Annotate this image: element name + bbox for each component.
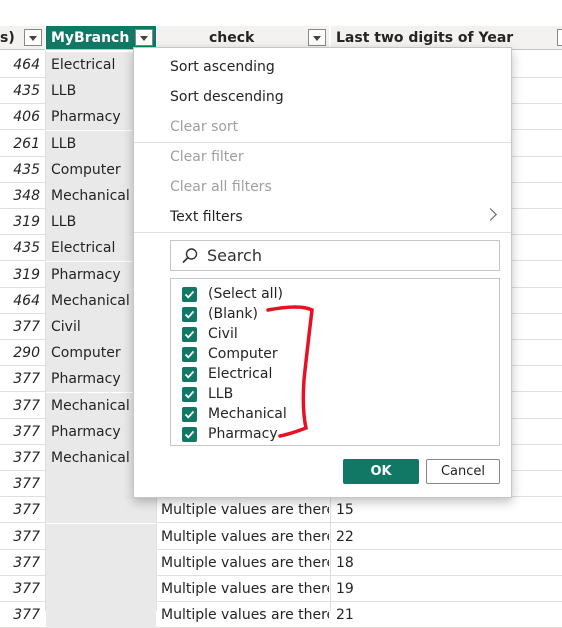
check-cell: Multiple values are there bbox=[161, 502, 329, 519]
row-number-cell: 377 bbox=[13, 607, 40, 624]
search-input[interactable]: Search bbox=[170, 240, 500, 271]
row-number-cell: 377 bbox=[13, 423, 40, 440]
row-number-cell: 435 bbox=[13, 83, 40, 100]
checkbox-checked-icon[interactable] bbox=[182, 407, 197, 422]
check-cell: Multiple values are there bbox=[161, 607, 329, 624]
row-number-cell: 377 bbox=[13, 528, 40, 545]
ok-button[interactable]: OK bbox=[343, 459, 419, 484]
row-number-cell: 377 bbox=[13, 371, 40, 388]
year-cell: 22 bbox=[336, 528, 354, 545]
header-mybranch-label: MyBranch bbox=[51, 30, 130, 46]
branch-cell bbox=[46, 523, 156, 550]
branch-cell bbox=[46, 602, 156, 628]
year-cell: 15 bbox=[336, 502, 354, 519]
menu-divider bbox=[134, 232, 511, 233]
checkbox-checked-icon[interactable] bbox=[182, 387, 197, 402]
search-icon bbox=[182, 248, 198, 264]
header-prev-column[interactable]: s) bbox=[0, 26, 45, 50]
filter-dropdown-icon[interactable] bbox=[557, 29, 562, 46]
row-number-cell: 319 bbox=[13, 266, 40, 283]
table-row: 377 Multiple values are there 15 bbox=[0, 497, 562, 524]
header-prev-label: s) bbox=[0, 30, 15, 46]
checkbox-checked-icon[interactable] bbox=[182, 307, 197, 322]
row-number-cell: 319 bbox=[13, 214, 40, 231]
column-filter-menu: Sort ascending Sort descending Clear sor… bbox=[133, 47, 512, 498]
row-number-cell: 377 bbox=[13, 450, 40, 466]
table-row: 377 Multiple values are there 18 bbox=[0, 549, 562, 576]
year-cell: 21 bbox=[336, 607, 354, 624]
row-number-cell: 377 bbox=[13, 554, 40, 571]
checkbox-checked-icon[interactable] bbox=[182, 287, 197, 302]
clear-filter-item: Clear filter bbox=[170, 149, 244, 165]
table-row: 377 Multiple values are there 22 bbox=[0, 523, 562, 550]
row-number-cell: 377 bbox=[13, 319, 40, 335]
check-cell: Multiple values are there bbox=[161, 554, 329, 571]
branch-cell bbox=[46, 549, 156, 576]
row-number-cell: 464 bbox=[13, 292, 40, 309]
year-cell: 19 bbox=[336, 581, 354, 597]
checkbox-checked-icon[interactable] bbox=[182, 367, 197, 382]
sort-descending-item[interactable]: Sort descending bbox=[170, 87, 284, 107]
menu-divider bbox=[134, 142, 511, 143]
row-number-cell: 406 bbox=[13, 109, 40, 126]
row-number-cell: 377 bbox=[13, 476, 40, 493]
row-number-cell: 348 bbox=[13, 188, 40, 204]
checkbox-checked-icon[interactable] bbox=[182, 347, 197, 362]
row-number-cell: 464 bbox=[13, 57, 40, 73]
row-number-cell: 435 bbox=[13, 161, 40, 178]
filter-dropdown-icon[interactable] bbox=[308, 29, 326, 46]
filter-dropdown-icon[interactable] bbox=[24, 29, 42, 46]
row-number-cell: 435 bbox=[13, 240, 40, 257]
year-cell: 18 bbox=[336, 554, 354, 571]
search-placeholder: Search bbox=[207, 246, 262, 265]
filter-dropdown-icon[interactable] bbox=[135, 29, 153, 46]
filter-option-label: Civil bbox=[208, 326, 238, 342]
clear-sort-item: Clear sort bbox=[170, 119, 239, 135]
red-annotation-bracket bbox=[266, 305, 314, 438]
row-number-cell: 377 bbox=[13, 581, 40, 597]
row-number-cell: 377 bbox=[13, 502, 40, 519]
text-filters-item[interactable]: Text filters bbox=[170, 207, 500, 227]
checkbox-checked-icon[interactable] bbox=[182, 327, 197, 342]
branch-cell bbox=[46, 497, 156, 524]
branch-cell bbox=[46, 576, 156, 602]
check-cell: Multiple values are there bbox=[161, 528, 329, 545]
filter-option-label: (Blank) bbox=[208, 306, 258, 322]
cancel-button[interactable]: Cancel bbox=[426, 459, 500, 484]
filter-options-list: (Select all) (Blank) Civil Computer Electric… bbox=[170, 278, 500, 446]
checkbox-checked-icon[interactable] bbox=[182, 427, 197, 442]
check-cell: Multiple values are there bbox=[161, 581, 329, 597]
table-row: 377 Multiple values are there 21 bbox=[0, 602, 562, 628]
row-number-cell: 290 bbox=[13, 345, 40, 362]
filter-option-label: LLB bbox=[208, 386, 234, 402]
row-number-cell: 261 bbox=[13, 135, 40, 152]
clear-all-filters-item: Clear all filters bbox=[170, 179, 272, 195]
row-number-cell: 377 bbox=[13, 397, 40, 414]
table-row: 377 Multiple values are there 19 bbox=[0, 576, 562, 602]
sort-ascending-item[interactable]: Sort ascending bbox=[170, 57, 275, 77]
